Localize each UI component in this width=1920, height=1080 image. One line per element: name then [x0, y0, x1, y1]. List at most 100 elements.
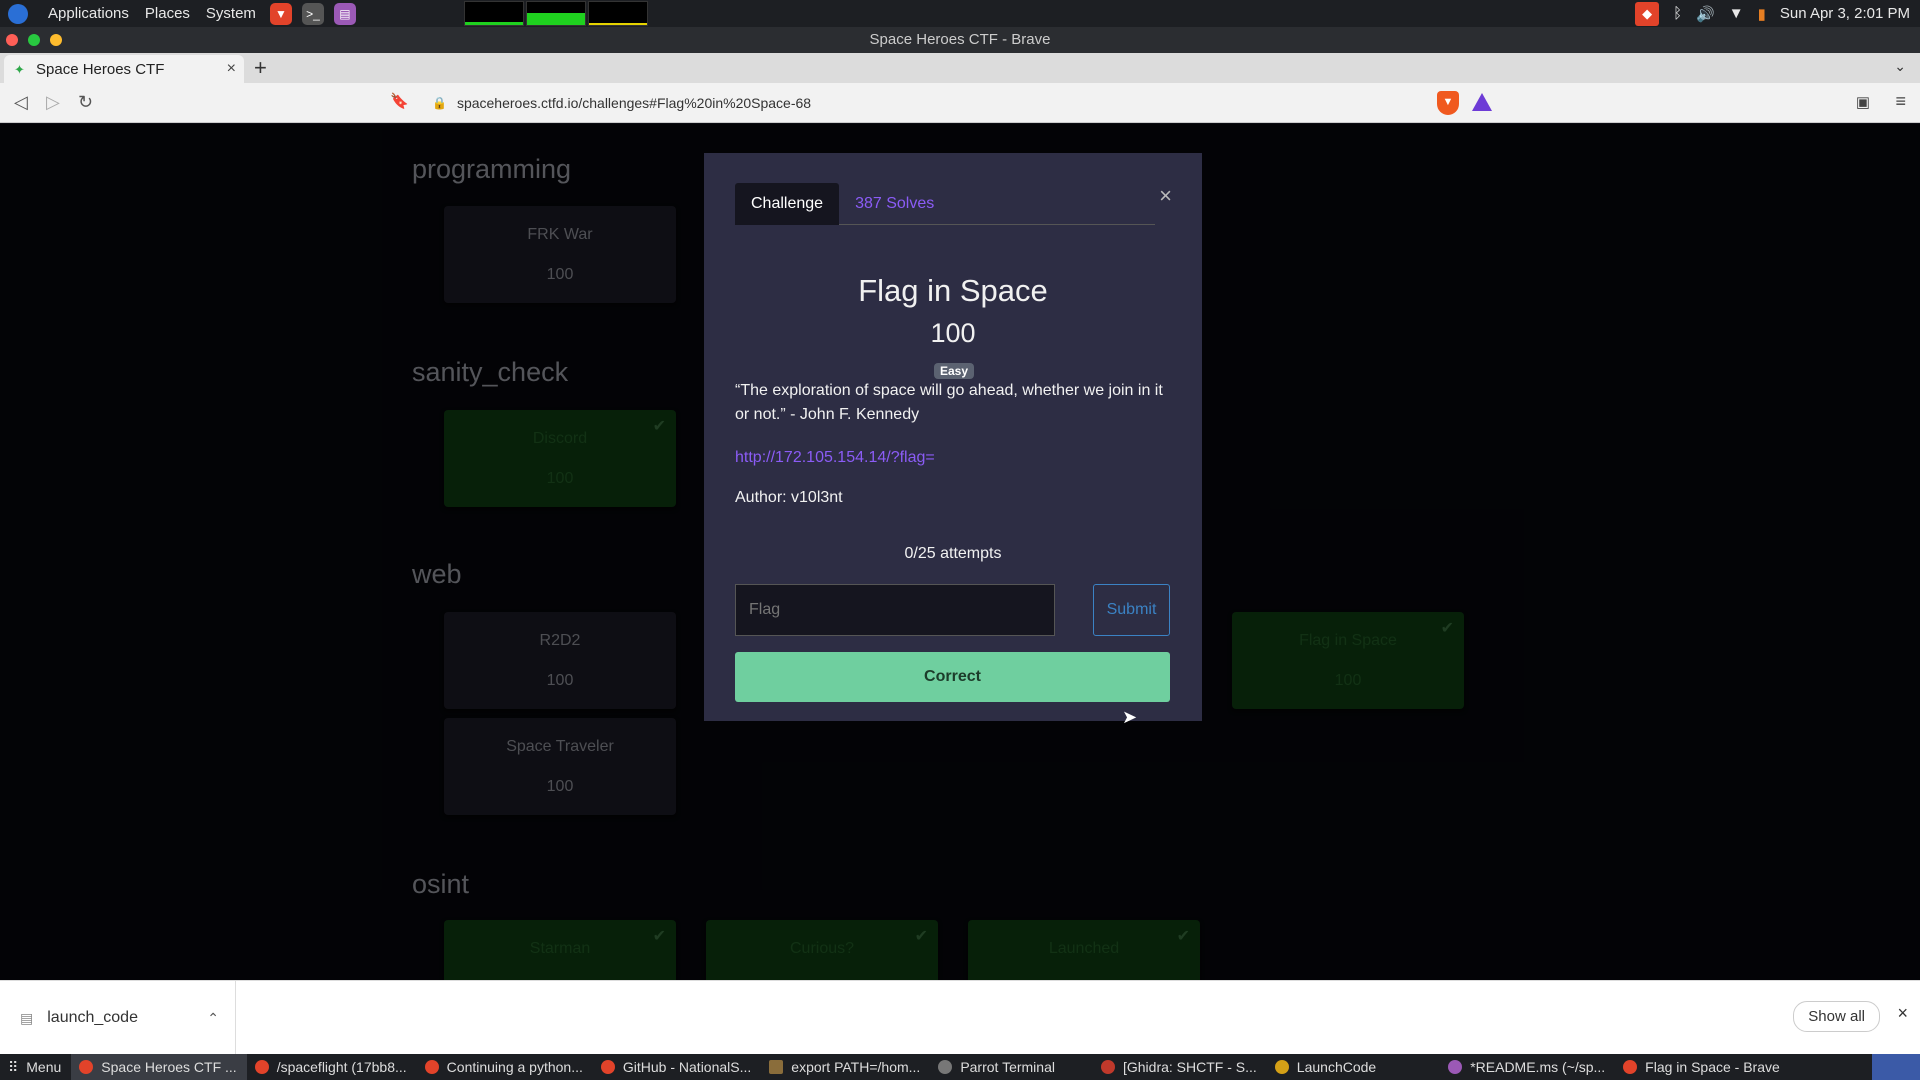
file-icon: ▤	[20, 1009, 34, 1026]
brave-icon	[1623, 1060, 1638, 1074]
taskbar-item[interactable]: [Ghidra: SHCTF - S...	[1093, 1054, 1267, 1080]
chevron-up-icon[interactable]: ⌃	[207, 1010, 219, 1027]
taskbar-item[interactable]: Space Heroes CTF ...	[71, 1054, 247, 1080]
close-icon[interactable]: ×	[1159, 183, 1172, 209]
maximize-window-button[interactable]	[28, 34, 40, 46]
mouse-cursor-icon: ➤	[1122, 707, 1138, 727]
parrot-logo-icon[interactable]	[8, 3, 28, 24]
terminal-launcher-icon[interactable]: >_	[301, 2, 324, 25]
new-tab-button[interactable]: +	[254, 55, 267, 81]
tab-title: Space Heroes CTF	[36, 60, 165, 78]
taskbar-menu-label: Menu	[26, 1059, 62, 1075]
wifi-icon[interactable]: ▼	[1729, 5, 1744, 22]
taskbar-item-label: LaunchCode	[1296, 1059, 1377, 1075]
terminal-icon	[769, 1060, 784, 1074]
taskbar-item[interactable]: /spaceflight (17bb8...	[247, 1054, 417, 1080]
url-text[interactable]: spaceheroes.ctfd.io/challenges#Flag%20in…	[457, 95, 811, 111]
flag-input[interactable]	[735, 584, 1055, 636]
correct-result-banner: Correct	[735, 652, 1170, 702]
taskbar-item[interactable]: LaunchCode	[1267, 1054, 1386, 1080]
back-icon[interactable]: ◁	[14, 92, 28, 113]
challenge-description: “The exploration of space will go ahead,…	[735, 382, 1163, 423]
tab-search-chevron-icon[interactable]: ⌄	[1894, 58, 1906, 75]
navigation-bar: ◁ ▷ ↻ 🔖 🔒 spaceheroes.ctfd.io/challenges…	[0, 83, 1920, 123]
challenge-author: Author: v10l3nt	[735, 489, 843, 506]
taskbar-item[interactable]: Flag in Space - Brave	[1615, 1054, 1790, 1080]
ctfd-favicon-icon: ✦	[14, 62, 25, 77]
applications-menu[interactable]: Applications	[48, 5, 129, 22]
submit-button[interactable]: Submit	[1093, 584, 1170, 636]
clock[interactable]: Sun Apr 3, 2:01 PM	[1780, 5, 1910, 22]
address-bar[interactable]: 🔒 spaceheroes.ctfd.io/challenges#Flag%20…	[418, 88, 1498, 118]
challenge-modal: Challenge 387 Solves × Flag in Space 100…	[704, 153, 1202, 721]
taskbar-item-label: GitHub - NationalS...	[622, 1059, 752, 1075]
taskbar: ⠿ Menu Space Heroes CTF ... /spaceflight…	[0, 1054, 1920, 1080]
taskbar-item[interactable]: *README.ms (~/sp...	[1440, 1054, 1615, 1080]
taskbar-item[interactable]: export PATH=/hom...	[761, 1054, 930, 1080]
taskbar-menu-button[interactable]: ⠿ Menu	[0, 1054, 71, 1080]
bluetooth-icon[interactable]: ᛒ	[1673, 5, 1682, 22]
taskbar-item-label: /spaceflight (17bb8...	[276, 1059, 407, 1075]
folder-icon	[1274, 1060, 1289, 1074]
taskbar-item-label: [Ghidra: SHCTF - S...	[1122, 1059, 1257, 1075]
downloads-bar: ▤ launch_code ⌃ Show all ×	[0, 980, 1920, 1055]
workspace-switcher[interactable]	[1872, 1054, 1920, 1080]
system-menu[interactable]: System	[206, 5, 256, 22]
challenges-page: programming FRK War 100 sanity_check ✔ D…	[0, 124, 1920, 980]
tab-challenge[interactable]: Challenge	[735, 183, 840, 225]
reload-icon[interactable]: ↻	[78, 92, 93, 113]
volume-icon[interactable]: 🔊	[1696, 5, 1715, 23]
brave-icon	[254, 1060, 269, 1074]
browser-menu-icon[interactable]: ≡	[1895, 91, 1906, 112]
taskbar-item[interactable]: Continuing a python...	[417, 1054, 593, 1080]
modal-tabs: Challenge 387 Solves	[735, 183, 1155, 225]
taskbar-item-label: *README.ms (~/sp...	[1470, 1059, 1606, 1075]
brave-shields-icon[interactable]: ▼	[1437, 91, 1459, 115]
forward-icon[interactable]: ▷	[46, 92, 60, 113]
close-tab-icon[interactable]: ×	[227, 60, 236, 78]
memory-graph	[525, 1, 586, 26]
notes-icon	[1448, 1060, 1463, 1074]
taskbar-item[interactable]: Parrot Terminal	[930, 1054, 1065, 1080]
brave-icon	[600, 1060, 615, 1074]
minimize-window-button[interactable]	[50, 34, 62, 46]
grid-icon: ⠿	[8, 1058, 19, 1075]
challenge-link[interactable]: http://172.105.154.14/?flag=	[735, 449, 935, 467]
brave-rewards-icon[interactable]	[1472, 93, 1492, 111]
download-filename[interactable]: launch_code	[47, 1009, 138, 1027]
challenge-title: Flag in Space	[858, 273, 1048, 308]
taskbar-item-label: Parrot Terminal	[960, 1059, 1055, 1075]
network-graph	[587, 1, 648, 26]
tab-strip: ✦ Space Heroes CTF × + ⌄	[0, 53, 1920, 83]
taskbar-item-label: Flag in Space - Brave	[1645, 1059, 1780, 1075]
lock-icon[interactable]: 🔒	[432, 96, 447, 110]
difficulty-badge: Easy	[934, 363, 975, 379]
challenge-points: 100	[930, 318, 976, 348]
close-window-button[interactable]	[6, 34, 18, 46]
battery-icon[interactable]: ▮	[1758, 5, 1766, 23]
taskbar-item[interactable]: GitHub - NationalS...	[593, 1054, 761, 1080]
taskbar-item-label: Space Heroes CTF ...	[101, 1059, 237, 1075]
window-title: Space Heroes CTF - Brave	[869, 31, 1051, 48]
brave-launcher-icon[interactable]: ▼	[269, 2, 292, 25]
show-all-button[interactable]: Show all	[1793, 1001, 1880, 1032]
tab-solves[interactable]: 387 Solves	[839, 183, 950, 225]
bookmark-icon[interactable]: 🔖	[390, 92, 409, 110]
tab-space-heroes[interactable]: ✦ Space Heroes CTF ×	[4, 55, 244, 83]
notes-launcher-icon[interactable]: ▤	[333, 2, 356, 25]
taskbar-item-label: Continuing a python...	[446, 1059, 583, 1075]
ghidra-icon	[1100, 1060, 1115, 1074]
taskbar-item-label: export PATH=/hom...	[791, 1059, 921, 1075]
close-downloads-icon[interactable]: ×	[1897, 1003, 1908, 1024]
system-monitor	[463, 1, 648, 26]
download-item[interactable]: ▤ launch_code ⌃	[0, 981, 236, 1055]
wallet-icon[interactable]: ▣	[1856, 93, 1870, 111]
places-menu[interactable]: Places	[145, 5, 190, 22]
terminal-icon	[938, 1060, 953, 1074]
system-top-bar: Applications Places System ▼ >_ ▤ ◆ ᛒ 🔊 …	[0, 0, 1920, 27]
anydesk-tray-icon[interactable]: ◆	[1635, 1, 1660, 26]
window-titlebar: Space Heroes CTF - Brave	[0, 27, 1920, 53]
attempts-counter: 0/25 attempts	[904, 545, 1002, 562]
brave-icon	[424, 1060, 439, 1074]
cpu-graph	[463, 1, 524, 26]
